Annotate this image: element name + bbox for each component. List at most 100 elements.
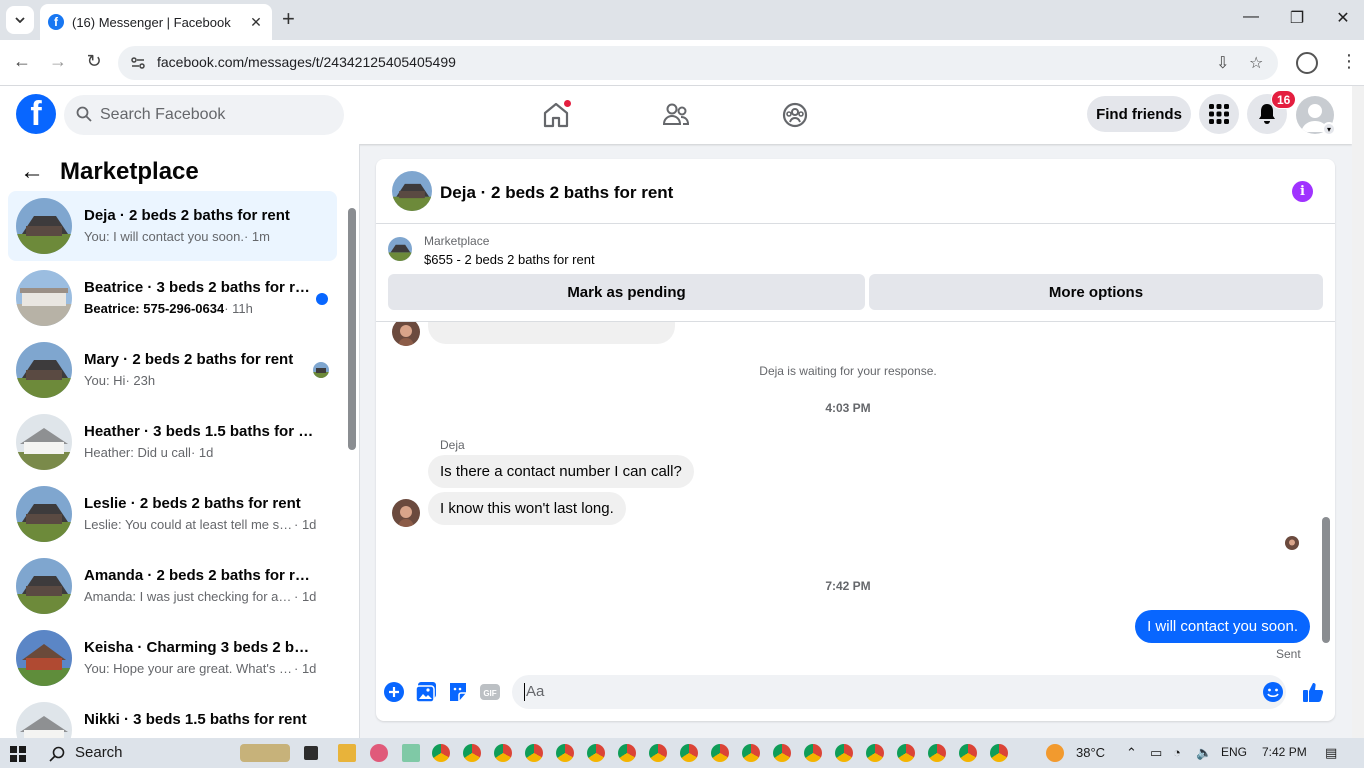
message-bubble[interactable]: Is there a contact number I can call? bbox=[428, 455, 694, 488]
listing-thumbnail bbox=[16, 558, 72, 614]
chrome-icon[interactable] bbox=[463, 744, 481, 762]
marketplace-inbox-panel: ← Marketplace Deja · 2 beds 2 baths for … bbox=[0, 144, 360, 738]
thumbs-up-icon[interactable] bbox=[1302, 681, 1324, 703]
notepad-icon[interactable] bbox=[402, 744, 420, 762]
conversation-item[interactable]: Deja · 2 beds 2 baths for rent You: I wi… bbox=[8, 191, 337, 261]
scrollbar-thumb[interactable] bbox=[348, 208, 356, 450]
chat-listing-thumbnail[interactable] bbox=[392, 171, 432, 211]
system-clock[interactable]: 7:42 PM bbox=[1262, 745, 1307, 759]
conversation-item[interactable]: Beatrice · 3 beds 2 baths for rent Beatr… bbox=[8, 263, 337, 333]
tab-close-icon[interactable]: ✕ bbox=[248, 14, 264, 31]
chrome-icon[interactable] bbox=[587, 744, 605, 762]
search-icon bbox=[76, 106, 92, 122]
gif-icon[interactable]: GIF bbox=[479, 681, 501, 703]
meerkat-widget-icon[interactable] bbox=[240, 744, 290, 762]
home-notification-dot bbox=[563, 99, 572, 108]
app-icon[interactable] bbox=[370, 744, 388, 762]
reload-button[interactable]: ↻ bbox=[82, 51, 106, 72]
volume-icon[interactable]: 🔈 bbox=[1196, 745, 1212, 761]
chrome-icon[interactable] bbox=[618, 744, 636, 762]
chrome-icon[interactable] bbox=[525, 744, 543, 762]
mark-as-pending-button[interactable]: Mark as pending bbox=[388, 274, 865, 310]
install-app-icon[interactable]: ⇩ bbox=[1216, 53, 1229, 73]
back-arrow-icon[interactable]: ← bbox=[20, 160, 44, 184]
wifi-icon[interactable]: ◔ bbox=[1173, 745, 1181, 760]
account-caret-icon[interactable]: ▾ bbox=[1322, 122, 1336, 136]
deja-avatar[interactable] bbox=[392, 322, 420, 346]
chrome-icon[interactable] bbox=[773, 744, 791, 762]
tray-chevron-icon[interactable]: ⌃ bbox=[1126, 745, 1137, 761]
conversation-item[interactable]: Keisha · Charming 3 beds 2 bath... You: … bbox=[8, 623, 337, 693]
language-indicator[interactable]: ENG bbox=[1221, 745, 1247, 759]
photo-icon[interactable] bbox=[415, 681, 437, 703]
back-button[interactable]: ← bbox=[10, 51, 34, 72]
chat-header: Deja · 2 beds 2 baths for rent i bbox=[376, 159, 1335, 224]
chrome-icon[interactable] bbox=[649, 744, 667, 762]
facebook-logo-icon[interactable]: f bbox=[16, 94, 56, 134]
chat-title[interactable]: Deja · 2 beds 2 baths for rent bbox=[440, 183, 673, 203]
conversation-item[interactable]: Nikki · 3 beds 1.5 baths for rent bbox=[8, 695, 337, 738]
message-input-placeholder: Aa bbox=[526, 683, 545, 700]
chrome-icon[interactable] bbox=[494, 744, 512, 762]
message-input[interactable]: Aa bbox=[512, 675, 1286, 709]
conversation-item[interactable]: Amanda · 2 beds 2 baths for rent Amanda:… bbox=[8, 551, 337, 621]
windows-start-icon[interactable] bbox=[10, 746, 26, 762]
address-bar[interactable]: facebook.com/messages/t/2434212540540549… bbox=[118, 46, 1278, 80]
conversation-item[interactable]: Leslie · 2 beds 2 baths for rent Leslie:… bbox=[8, 479, 337, 549]
chrome-icon[interactable] bbox=[928, 744, 946, 762]
forward-button[interactable]: → bbox=[46, 51, 70, 72]
bookmark-star-icon[interactable]: ☆ bbox=[1249, 53, 1263, 73]
deja-avatar[interactable] bbox=[392, 499, 420, 527]
conversation-title: Keisha · Charming 3 beds 2 bath... bbox=[84, 639, 314, 656]
thread-scrollbar[interactable] bbox=[1320, 321, 1332, 661]
info-icon[interactable]: i bbox=[1292, 181, 1313, 202]
browser-menu-icon[interactable]: ⋮ bbox=[1340, 51, 1358, 72]
inbox-scrollbar[interactable] bbox=[347, 196, 357, 736]
restore-button[interactable]: ❐ bbox=[1274, 8, 1320, 28]
chrome-icon[interactable] bbox=[835, 744, 853, 762]
message-bubble[interactable]: I know this won't last long. bbox=[428, 492, 626, 525]
conversation-item[interactable]: Mary · 2 beds 2 baths for rent You: Hi · … bbox=[8, 335, 337, 405]
emoji-icon[interactable] bbox=[1262, 681, 1284, 703]
chrome-icon[interactable] bbox=[866, 744, 884, 762]
chrome-icon[interactable] bbox=[742, 744, 760, 762]
chat-panel: Deja · 2 beds 2 baths for rent i Marketp… bbox=[376, 159, 1335, 721]
chrome-icon[interactable] bbox=[711, 744, 729, 762]
browser-profile-icon[interactable] bbox=[1296, 52, 1318, 74]
taskbar-search-label[interactable]: Search bbox=[75, 744, 123, 761]
chrome-icon[interactable] bbox=[680, 744, 698, 762]
listing-thumbnail bbox=[16, 702, 72, 738]
chrome-icon[interactable] bbox=[804, 744, 822, 762]
groups-icon[interactable] bbox=[780, 100, 810, 130]
page-scrollbar[interactable] bbox=[1352, 86, 1364, 738]
minimize-button[interactable]: — bbox=[1228, 8, 1274, 26]
chrome-icon[interactable] bbox=[556, 744, 574, 762]
battery-icon[interactable]: ▭ bbox=[1150, 745, 1162, 761]
chrome-icon[interactable] bbox=[897, 744, 915, 762]
browser-tab[interactable]: f (16) Messenger | Facebook ✕ bbox=[40, 4, 272, 40]
chrome-icon[interactable] bbox=[959, 744, 977, 762]
friends-icon[interactable] bbox=[661, 100, 691, 130]
conversation-preview: Heather: Did u call · 1d bbox=[84, 445, 214, 460]
my-message-bubble[interactable]: I will contact you soon. bbox=[1135, 610, 1310, 643]
new-tab-button[interactable]: + bbox=[282, 8, 295, 30]
weather-temp[interactable]: 38°C bbox=[1076, 745, 1105, 760]
notification-center-icon[interactable]: ▤ bbox=[1325, 745, 1337, 761]
close-window-button[interactable]: ✕ bbox=[1320, 8, 1364, 28]
weather-icon[interactable] bbox=[1046, 744, 1064, 762]
scrollbar-thumb[interactable] bbox=[1322, 517, 1330, 643]
facebook-search-input[interactable]: Search Facebook bbox=[64, 95, 344, 135]
find-friends-button[interactable]: Find friends bbox=[1087, 96, 1191, 132]
file-explorer-icon[interactable] bbox=[338, 744, 356, 762]
menu-grid-button[interactable] bbox=[1199, 94, 1239, 134]
chrome-icon[interactable] bbox=[432, 744, 450, 762]
plus-circle-icon[interactable] bbox=[383, 681, 405, 703]
site-settings-icon[interactable] bbox=[130, 55, 146, 71]
tab-search-button[interactable] bbox=[6, 6, 34, 34]
task-view-icon[interactable] bbox=[304, 746, 318, 760]
conversation-item[interactable]: Heather · 3 beds 1.5 baths for rent Heat… bbox=[8, 407, 337, 477]
sticker-icon[interactable] bbox=[447, 681, 469, 703]
more-options-button[interactable]: More options bbox=[869, 274, 1323, 310]
listing-price: $655 - 2 beds 2 baths for rent bbox=[424, 252, 595, 267]
chrome-icon[interactable] bbox=[990, 744, 1008, 762]
